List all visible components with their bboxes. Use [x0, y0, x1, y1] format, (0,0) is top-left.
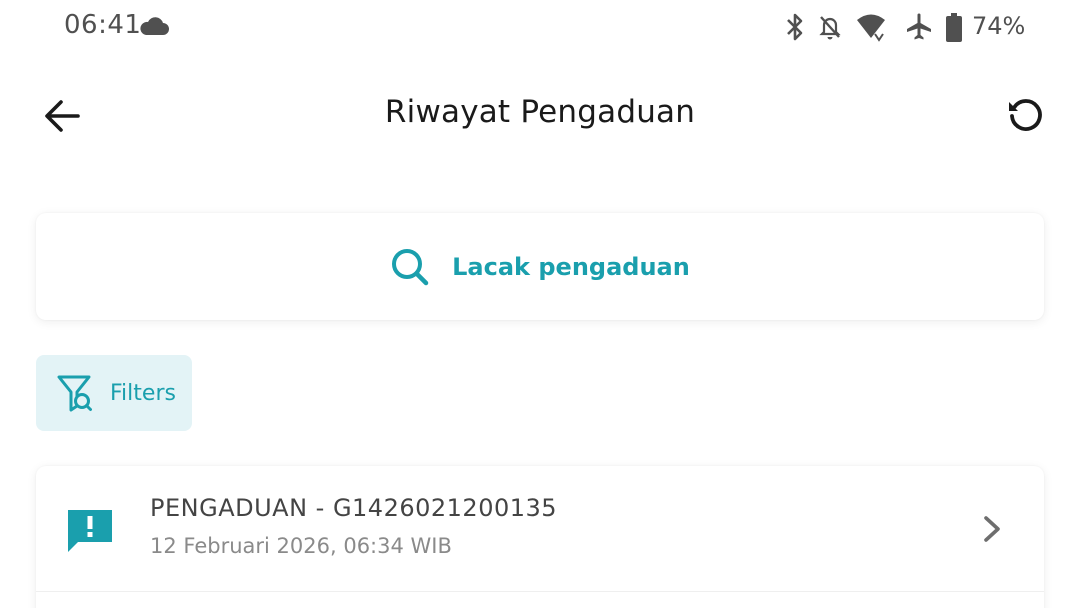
complaint-alert-icon [68, 510, 112, 552]
complaint-list: PENGADUAN - G1426021200135 12 Februari 2… [36, 466, 1044, 608]
filters-button[interactable]: Filters [36, 355, 192, 431]
battery-percent: 74% [972, 12, 1026, 40]
notifications-off-icon [819, 16, 841, 40]
track-complaint-content: Lacak pengaduan [390, 247, 690, 287]
chevron-right-icon [984, 516, 1000, 542]
bluetooth-icon [787, 13, 803, 41]
wifi-icon [857, 14, 885, 42]
complaint-history-screen: 06:41 74% Riwayat Pengaduan Lacak pengad… [0, 0, 1080, 608]
refresh-button[interactable] [1002, 92, 1050, 140]
complaint-list-item[interactable]: PENGADUAN - G1426021200135 12 Februari 2… [36, 466, 1044, 592]
track-complaint-label: Lacak pengaduan [452, 252, 690, 281]
complaint-datetime: 12 Februari 2026, 06:34 WIB [150, 534, 452, 558]
status-bar: 06:41 74% [0, 0, 1080, 56]
filter-search-icon [57, 375, 92, 412]
complaint-title: PENGADUAN - G1426021200135 [150, 494, 558, 522]
cloud-icon [140, 17, 169, 35]
airplane-mode-icon [907, 13, 931, 40]
filters-label: Filters [110, 380, 176, 406]
app-bar: Riwayat Pengaduan [0, 70, 1080, 162]
refresh-icon [1009, 99, 1042, 131]
search-icon [392, 248, 429, 285]
page-title: Riwayat Pengaduan [384, 94, 696, 130]
status-time: 06:41 [64, 10, 142, 40]
track-complaint-button[interactable]: Lacak pengaduan [36, 213, 1044, 320]
battery-icon [946, 13, 962, 42]
